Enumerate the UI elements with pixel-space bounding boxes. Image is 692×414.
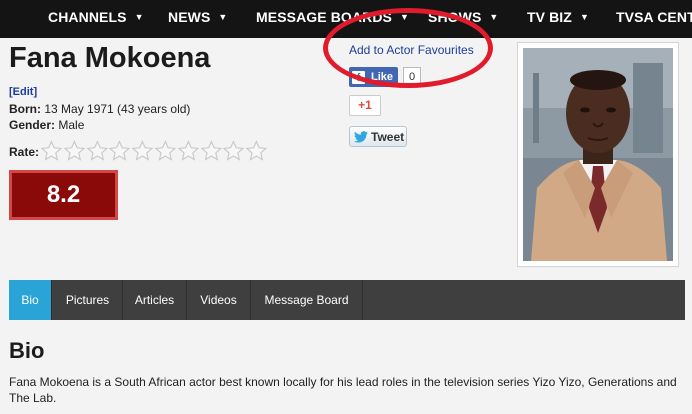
nav-label: TVSA CENTR <box>616 9 692 25</box>
bio-heading: Bio <box>9 338 45 363</box>
rating-star-icon[interactable] <box>63 139 86 163</box>
tab-bio[interactable]: Bio <box>9 280 52 320</box>
twitter-bird-icon <box>354 130 368 143</box>
rate-label: Rate: <box>9 145 40 159</box>
chevron-down-icon: ▼ <box>579 12 589 22</box>
facebook-icon: f <box>352 70 365 84</box>
gender-label: Gender: <box>9 118 56 132</box>
rating-star-icon[interactable] <box>200 139 223 163</box>
rating-star-icon[interactable] <box>222 139 245 163</box>
nav-tvsa-centre[interactable]: TVSA CENTR <box>616 0 692 38</box>
tab-message-board[interactable]: Message Board <box>251 280 363 320</box>
gender-info: Gender: Male <box>9 118 84 132</box>
google-plus-button[interactable]: +1 <box>349 95 381 116</box>
facebook-like-count: 0 <box>403 67 422 87</box>
actor-photo <box>523 48 673 261</box>
tab-videos[interactable]: Videos <box>187 280 251 320</box>
score-badge: 8.2 <box>9 170 118 220</box>
rating-star-icon[interactable] <box>40 139 63 163</box>
rating-star-icon[interactable] <box>86 139 109 163</box>
actor-name: Fana Mokoena <box>9 42 211 74</box>
tweet-button[interactable]: Tweet <box>349 126 407 147</box>
rating-star-icon[interactable] <box>154 139 177 163</box>
born-info: Born: 13 May 1971 (43 years old) <box>9 102 190 116</box>
nav-label: SHOWS <box>428 9 482 25</box>
tweet-label: Tweet <box>371 129 405 144</box>
add-to-favourites-link[interactable]: Add to Actor Favourites <box>349 43 474 57</box>
bio-text: Fana Mokoena is a South African actor be… <box>9 375 677 405</box>
tab-articles[interactable]: Articles <box>123 280 187 320</box>
chevron-down-icon: ▼ <box>134 12 144 22</box>
nav-label: TV BIZ <box>527 9 572 25</box>
nav-tv-biz[interactable]: TV BIZ ▼ <box>527 0 589 38</box>
facebook-like-label: Like <box>371 71 394 83</box>
born-label: Born: <box>9 102 41 116</box>
born-value: 13 May 1971 (43 years old) <box>44 102 191 116</box>
facebook-like-widget: f Like 0 <box>349 67 422 87</box>
chevron-down-icon: ▼ <box>489 12 499 22</box>
profile-tabs: Bio Pictures Articles Videos Message Boa… <box>9 280 685 320</box>
rating-star-icon[interactable] <box>108 139 131 163</box>
rating-stars[interactable] <box>40 139 268 163</box>
nav-label: MESSAGE BOARDS <box>256 9 392 25</box>
nav-label: CHANNELS <box>48 9 127 25</box>
nav-label: NEWS <box>168 9 211 25</box>
chevron-down-icon: ▼ <box>399 12 409 22</box>
chevron-down-icon: ▼ <box>218 12 228 22</box>
edit-link[interactable]: [Edit] <box>9 86 37 98</box>
actor-photo-frame <box>517 42 679 267</box>
top-navigation: CHANNELS ▼ NEWS ▼ MESSAGE BOARDS ▼ SHOWS ▼ T… <box>0 0 692 38</box>
rating-star-icon[interactable] <box>177 139 200 163</box>
rating-star-icon[interactable] <box>131 139 154 163</box>
nav-news[interactable]: NEWS ▼ <box>168 0 227 38</box>
nav-shows[interactable]: SHOWS ▼ <box>428 0 498 38</box>
nav-channels[interactable]: CHANNELS ▼ <box>48 0 144 38</box>
rating-star-icon[interactable] <box>245 139 268 163</box>
nav-message-boards[interactable]: MESSAGE BOARDS ▼ <box>256 0 409 38</box>
gender-value: Male <box>58 118 85 132</box>
facebook-like-button[interactable]: f Like <box>349 67 399 87</box>
tab-pictures[interactable]: Pictures <box>53 280 123 320</box>
google-plus-label: +1 <box>358 98 372 112</box>
